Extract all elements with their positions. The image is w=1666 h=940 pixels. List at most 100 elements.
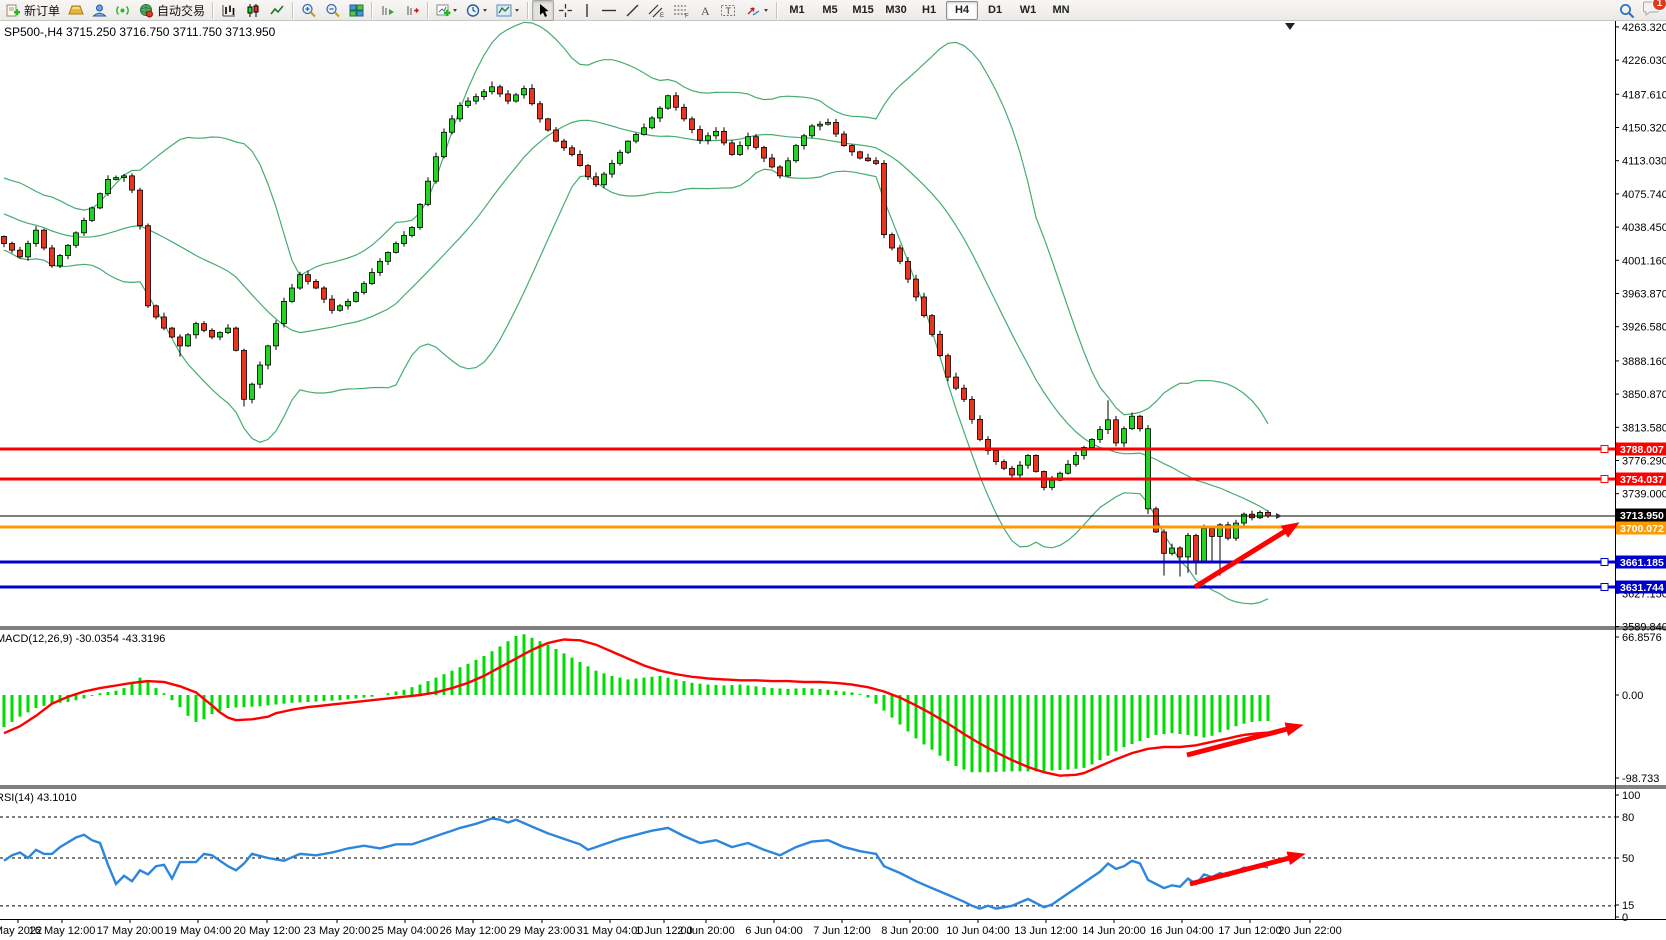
notifications-button[interactable]: 1 — [1643, 0, 1660, 21]
candle-bearish — [234, 328, 239, 350]
timeframe-W1[interactable]: W1 — [1012, 1, 1044, 20]
timeframe-H1[interactable]: H1 — [913, 1, 945, 20]
candle-bullish — [610, 163, 615, 174]
new-order-label: 新订单 — [24, 2, 60, 19]
candle-bullish — [370, 272, 375, 283]
new-chart-button[interactable] — [432, 0, 462, 21]
periods-button[interactable] — [462, 0, 492, 21]
candle-bearish — [1034, 455, 1039, 471]
candle-bearish — [562, 141, 567, 148]
candle-bearish — [330, 299, 335, 310]
fibonacci-tool-button[interactable]: F — [669, 0, 694, 21]
candle-bearish — [10, 244, 15, 251]
candle-bullish — [90, 208, 95, 220]
candle-bullish — [1050, 480, 1055, 487]
candle-bearish — [722, 131, 727, 143]
line-handle[interactable] — [1601, 446, 1608, 453]
candle-bullish — [1074, 455, 1079, 464]
timeframe-H4[interactable]: H4 — [946, 1, 978, 20]
main-pane[interactable] — [2, 22, 1271, 604]
trend-arrow-macd-head — [1285, 722, 1304, 736]
candlestick-mode-button[interactable] — [241, 0, 265, 21]
time-tick-label: 8 Jun 20:00 — [881, 925, 939, 937]
candle-bearish — [538, 104, 543, 119]
timeframe-M30[interactable]: M30 — [880, 1, 912, 20]
price-tick-label: 3888.160 — [1622, 356, 1666, 368]
signal-button[interactable] — [111, 0, 134, 21]
time-tick-label: 20 Jun 22:00 — [1278, 925, 1342, 937]
candle-bearish — [154, 306, 159, 317]
candle-bullish — [338, 306, 343, 310]
timeframe-M5[interactable]: M5 — [814, 1, 846, 20]
candle-bearish — [858, 152, 863, 158]
candle-bullish — [466, 101, 471, 105]
channel-tool-button[interactable]: E — [644, 0, 669, 21]
shift-marker-icon[interactable] — [1285, 23, 1295, 30]
clock-icon — [466, 3, 488, 18]
timeframe-MN[interactable]: MN — [1045, 1, 1077, 20]
cursor-tool-button[interactable] — [532, 0, 554, 21]
candle-bullish — [218, 333, 223, 337]
timeframe-M15[interactable]: M15 — [847, 1, 879, 20]
equidistant-channel-icon: E — [648, 3, 665, 18]
auto-trading-button[interactable]: 自动交易 — [134, 0, 209, 21]
line-handle[interactable] — [1601, 476, 1608, 483]
chart-shift-button[interactable] — [400, 0, 424, 21]
text-tool-button[interactable]: A — [694, 0, 716, 21]
vertical-line-tool-button[interactable] — [577, 0, 597, 21]
line-handle[interactable] — [1601, 559, 1608, 566]
tile-windows-button[interactable] — [345, 0, 368, 21]
crosshair-tool-button[interactable] — [554, 0, 577, 21]
line-handle[interactable] — [1601, 584, 1608, 591]
candle-bullish — [258, 365, 263, 384]
indicators-button[interactable] — [492, 0, 524, 21]
timeframe-D1[interactable]: D1 — [979, 1, 1011, 20]
arrows-tool-button[interactable] — [741, 0, 773, 21]
candle-bullish — [1026, 455, 1031, 465]
candle-bullish — [1066, 464, 1071, 473]
text-label-tool-button[interactable]: T — [716, 0, 741, 21]
accounts-button[interactable] — [88, 0, 111, 21]
time-tick-label: 16 Jun 04:00 — [1150, 925, 1214, 937]
trend-arrow-main[interactable] — [1195, 530, 1287, 587]
auto-scroll-button[interactable] — [376, 0, 400, 21]
candle-bearish — [834, 122, 839, 134]
trendline-tool-button[interactable] — [621, 0, 644, 21]
timeframe-M1[interactable]: M1 — [781, 1, 813, 20]
time-tick-label: 26 May 12:00 — [440, 925, 507, 937]
candle-bullish — [266, 346, 271, 365]
macd-pane[interactable] — [4, 634, 1268, 775]
candle-bearish — [530, 89, 535, 104]
chart-canvas[interactable]: 4263.3204226.0304187.6104150.3204113.030… — [0, 0, 1666, 940]
horizontal-line-tool-button[interactable] — [597, 0, 621, 21]
time-tick-label: 13 Jun 12:00 — [1014, 925, 1078, 937]
rsi-pane[interactable] — [0, 817, 1615, 909]
candle-bearish — [690, 119, 695, 130]
trend-arrow-rsi[interactable] — [1190, 858, 1291, 884]
candle-bullish — [1258, 512, 1263, 517]
toolbar-separator — [527, 2, 529, 19]
bar-chart-mode-button[interactable] — [217, 0, 241, 21]
trend-arrow-macd[interactable] — [1187, 729, 1289, 755]
candle-bullish — [1202, 528, 1207, 562]
search-icon[interactable] — [1619, 3, 1635, 19]
candle-bullish — [362, 284, 367, 293]
gold-ingot-button[interactable] — [64, 0, 88, 21]
svg-text:E: E — [660, 13, 664, 18]
price-tick-label: 3813.580 — [1622, 422, 1666, 434]
candle-bullish — [74, 233, 79, 245]
candle-bearish — [866, 158, 871, 161]
new-order-button[interactable]: 新订单 — [2, 0, 64, 21]
candle-bullish — [98, 194, 103, 208]
zoom-in-button[interactable] — [297, 0, 321, 21]
zoom-out-button[interactable] — [321, 0, 345, 21]
candle-bearish — [674, 96, 679, 108]
candle-bearish — [322, 288, 327, 299]
zoom-in-icon — [301, 3, 317, 18]
time-tick-label: 25 May 04:00 — [372, 925, 439, 937]
line-chart-mode-button[interactable] — [265, 0, 289, 21]
price-tick-label: 4187.610 — [1622, 89, 1666, 101]
candle-bearish — [842, 134, 847, 146]
rsi-tick-label: 100 — [1622, 790, 1640, 802]
candle-bearish — [570, 148, 575, 155]
